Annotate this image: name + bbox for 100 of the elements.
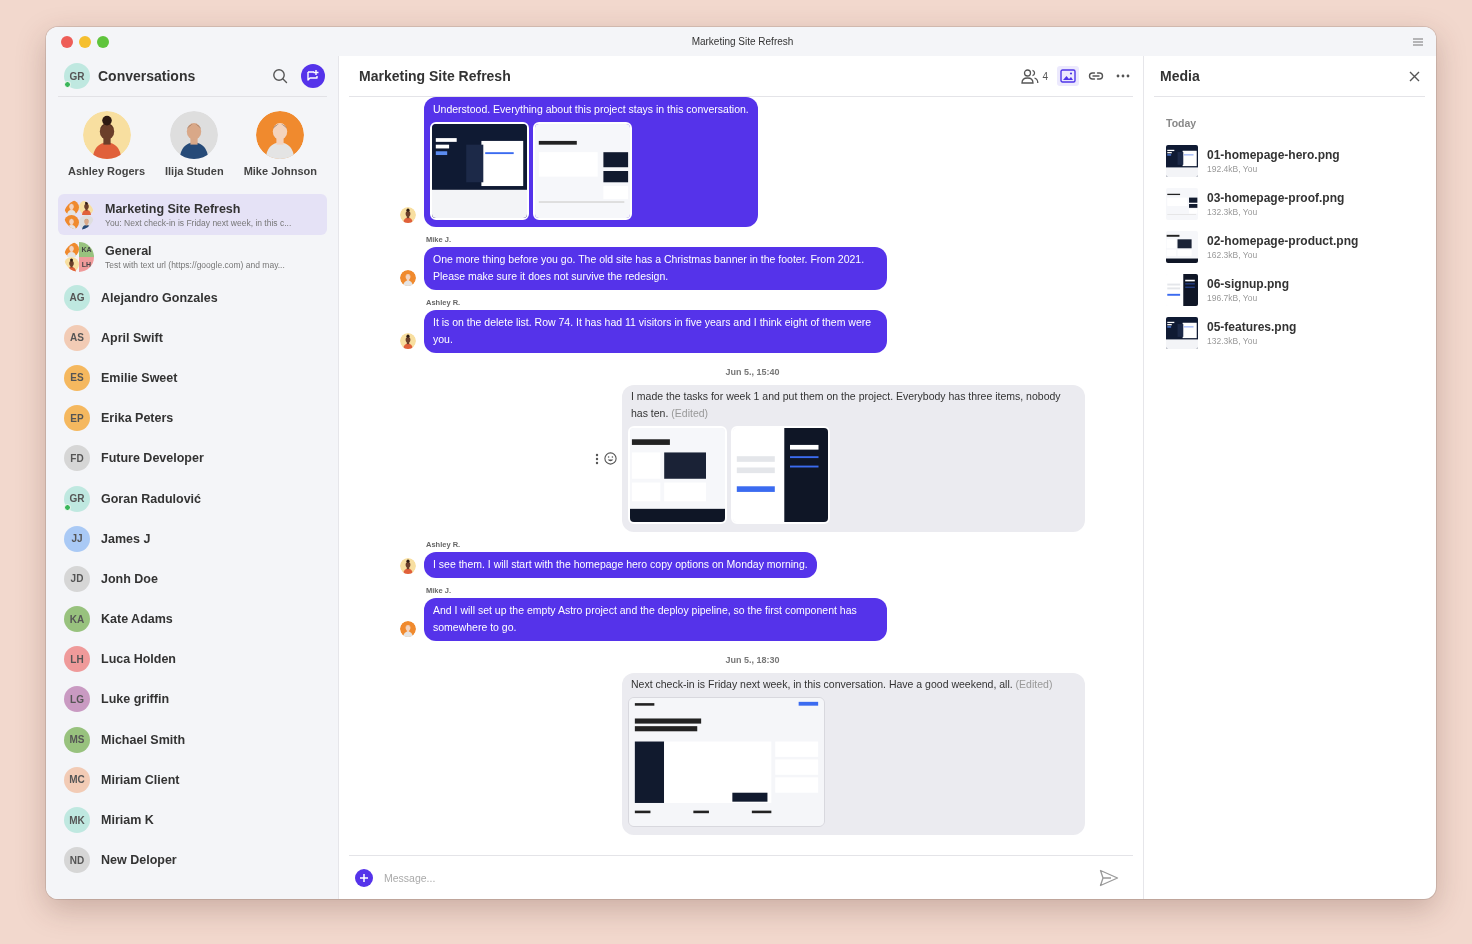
more-icon — [1116, 74, 1130, 78]
conversation-title: General — [105, 243, 153, 258]
conversation-title: Marketing Site Refresh — [105, 201, 242, 216]
chat-title: Marketing Site Refresh — [359, 68, 512, 84]
avatar: ES — [64, 364, 90, 391]
file-name: 06-signup.png — [1207, 276, 1289, 291]
avatar: JD — [64, 565, 90, 592]
conversation-item[interactable]: LH Luca Holden — [58, 639, 327, 679]
close-window-button[interactable] — [61, 35, 73, 48]
link-icon — [1088, 70, 1104, 82]
file-meta: 192.4kB, You — [1207, 163, 1259, 174]
contact-name: Miriam Client — [101, 772, 180, 787]
members-button[interactable]: 4 — [1018, 65, 1051, 87]
contact-name: Luke griffin — [101, 692, 170, 707]
file-meta: 132.3kB, You — [1207, 335, 1259, 346]
avatar: GR — [64, 63, 90, 89]
contact-name: Mike Johnson — [243, 165, 317, 177]
conversation-item[interactable]: KA Kate Adams — [58, 599, 327, 639]
conversation-item[interactable]: ND New Deloper — [58, 840, 327, 880]
contact-name: Goran Radulović — [101, 491, 202, 506]
conversation-item[interactable]: GR Goran Radulović — [58, 478, 327, 519]
avatar: LH — [64, 646, 90, 673]
avatar — [79, 199, 94, 215]
plus-icon — [359, 872, 369, 883]
conversation-item[interactable]: LG Luke griffin — [58, 679, 327, 720]
media-file-item[interactable]: 05-features.png 132.3kB, You — [1154, 311, 1425, 354]
section-label: Today — [1166, 117, 1198, 129]
file-name: 01-homepage-hero.png — [1207, 147, 1340, 162]
file-name: 02-homepage-product.png — [1207, 233, 1359, 248]
avatar: EP — [64, 405, 90, 432]
conversation-item[interactable]: AG Alejandro Gonzales — [58, 278, 327, 318]
avatar — [79, 214, 94, 230]
avatar: AG — [64, 284, 90, 311]
conversation-item[interactable]: FD Future Developer — [58, 438, 327, 478]
more-icon[interactable] — [595, 452, 599, 465]
avatar: FD — [64, 445, 90, 472]
avatar: GR — [64, 485, 90, 512]
contact-name: Jonh Doe — [101, 571, 158, 586]
send-button[interactable] — [1099, 868, 1119, 887]
message-text: It is on the delete list. Row 74. It has had 11 visitors in five years and I think eight of them were you. — [433, 315, 873, 347]
avatar: JJ — [64, 525, 90, 552]
message-text: And I will set up the empty Astro project and the deploy pipeline, so the first component has somewhere to go. — [433, 603, 858, 635]
media-button[interactable] — [1057, 66, 1079, 86]
file-meta: 162.3kB, You — [1207, 249, 1259, 260]
conversation-item[interactable]: AS April Swift — [58, 318, 327, 358]
conversation-item[interactable]: MC Miriam Client — [58, 760, 327, 800]
conversation-item[interactable]: JJ James J — [58, 519, 327, 559]
file-meta: 196.7kB, You — [1207, 292, 1259, 303]
avatar — [64, 256, 79, 272]
contact-name: New Deloper — [101, 853, 177, 868]
media-file-item[interactable]: 03-homepage-proof.png 132.3kB, You — [1154, 182, 1425, 225]
message-text: Understood. Everything about this project stays in this conversation. — [433, 102, 749, 117]
file-name: 03-homepage-proof.png — [1207, 190, 1345, 205]
contact-name: Erika Peters — [101, 411, 174, 426]
media-file-item[interactable]: 01-homepage-hero.png 192.4kB, You — [1154, 139, 1425, 182]
close-icon[interactable] — [1409, 70, 1420, 82]
contact-name: James J — [101, 531, 151, 546]
conversation-item[interactable]: MK Miriam K — [58, 800, 327, 840]
conversation-item[interactable]: Marketing Site Refresh You: Next check-in is Friday next week, in this c... — [58, 194, 327, 235]
media-file-item[interactable]: 06-signup.png 196.7kB, You — [1154, 268, 1425, 311]
emoji-icon[interactable] — [604, 452, 617, 465]
contact-name: Michael Smith — [101, 732, 186, 747]
add-attachment-button[interactable] — [355, 868, 373, 887]
sidebar-title: Conversations — [98, 68, 197, 84]
avatar: AS — [64, 324, 90, 351]
conversation-item[interactable]: JD Jonh Doe — [58, 559, 327, 599]
contact-name: Luca Holden — [101, 652, 176, 667]
file-name: 05-features.png — [1207, 319, 1297, 334]
contact-name: Ilija Studen — [165, 165, 224, 177]
conversation-item[interactable]: MS Michael Smith — [58, 720, 327, 760]
contact-name: Alejandro Gonzales — [101, 290, 218, 305]
message-text: I see them. I will start with the homepage hero copy options on Monday morning. — [433, 557, 808, 572]
avatar: MK — [64, 807, 90, 834]
new-chat-button[interactable] — [301, 64, 325, 88]
file-meta: 132.3kB, You — [1207, 206, 1259, 217]
message-text: One more thing before you go. The old site has a Christmas banner in the footer. From 2021. Please make sure it does not survive the redesign. — [433, 252, 866, 284]
contact-name: Kate Adams — [101, 612, 173, 627]
avatar: MS — [64, 726, 90, 753]
message-preview: Test with text url (https://google.com) and may... — [105, 259, 285, 270]
search-button[interactable] — [271, 67, 289, 85]
contact-name: Future Developer — [101, 451, 204, 466]
people-icon — [1021, 68, 1040, 84]
avatar — [64, 241, 79, 257]
message-text: I made the tasks for week 1 and put them on the project. Everybody has three items, nobody has ten. (Edited) — [631, 389, 1062, 421]
avatar: ND — [64, 847, 90, 874]
conversation-item[interactable]: EP Erika Peters — [58, 398, 327, 438]
message-text: Next check-in is Friday next week, in this conversation. Have a good weekend, all. (Edited) — [631, 677, 1054, 692]
panel-title: Media — [1160, 68, 1201, 84]
image-icon — [1060, 69, 1076, 83]
contact-name: April Swift — [101, 330, 163, 345]
message-preview: You: Next check-in is Friday next week, in this c... — [105, 217, 292, 228]
avatar: LG — [64, 686, 90, 713]
contact-name: Miriam K — [101, 813, 154, 828]
avatar: KA — [64, 606, 90, 633]
media-file-item[interactable]: 02-homepage-product.png 162.3kB, You — [1154, 225, 1425, 268]
conversation-item[interactable]: ES Emilie Sweet — [58, 358, 327, 398]
message-input[interactable]: Message... — [382, 870, 1090, 885]
date-separator: Jun 5., 18:30 — [724, 655, 781, 665]
search-icon — [272, 68, 288, 84]
contact-name: Ashley Rogers — [68, 165, 145, 177]
